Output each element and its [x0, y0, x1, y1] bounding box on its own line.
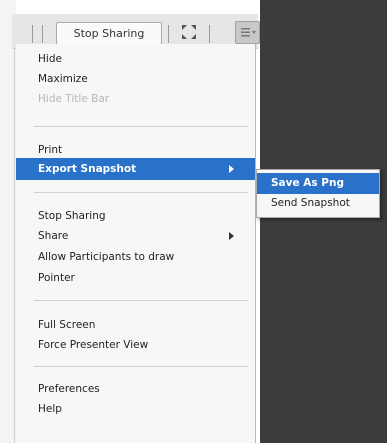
menu-item-allow-participants-to-draw[interactable]: Allow Participants to draw [16, 246, 255, 268]
menu-item-label: Help [38, 403, 62, 415]
menu-item-label: Hide [38, 53, 62, 65]
toolbar-separator [209, 25, 210, 43]
menu-item-export-snapshot[interactable]: Export Snapshot [16, 158, 255, 180]
menu-item-share[interactable]: Share [16, 225, 255, 247]
stop-sharing-button[interactable]: Stop Sharing [56, 22, 162, 45]
menu-separator [34, 366, 248, 367]
menu-item-label: Pointer [38, 272, 75, 284]
menu-separator [34, 192, 248, 193]
menu-separator [34, 126, 248, 127]
menu-item-label: Preferences [38, 383, 100, 395]
submenu-item-label: Save As Png [271, 177, 344, 189]
menu-item-label: Full Screen [38, 319, 96, 331]
menu-item-label: Export Snapshot [38, 163, 137, 175]
menu-item-label: Stop Sharing [38, 210, 106, 222]
pod-options-menu: Hide Maximize Hide Title Bar Print Expor… [16, 44, 256, 443]
menu-item-preferences[interactable]: Preferences [16, 378, 255, 400]
menu-item-stop-sharing[interactable]: Stop Sharing [16, 205, 255, 227]
menu-item-hide[interactable]: Hide [16, 48, 255, 70]
menu-item-label: Hide Title Bar [38, 93, 110, 105]
pod-menu-button[interactable] [235, 21, 260, 44]
app-frame: Stop Sharing Hide Maximize Hide Title Ba… [0, 0, 387, 443]
fullscreen-icon[interactable] [180, 23, 198, 41]
submenu-item-send-snapshot[interactable]: Send Snapshot [257, 193, 379, 214]
submenu-arrow-icon [229, 232, 234, 240]
menu-item-hide-title-bar: Hide Title Bar [16, 88, 255, 110]
submenu-item-label: Send Snapshot [271, 197, 350, 209]
panel-divider [14, 40, 15, 443]
menu-item-full-screen[interactable]: Full Screen [16, 314, 255, 336]
submenu-arrow-icon [229, 165, 234, 173]
menu-item-label: Allow Participants to draw [38, 251, 175, 263]
menu-separator [34, 300, 248, 301]
menu-item-label: Force Presenter View [38, 339, 149, 351]
toolbar-separator [168, 25, 169, 43]
toolbar-separator [42, 25, 43, 43]
menu-item-pointer[interactable]: Pointer [16, 267, 255, 289]
share-pod-content [260, 0, 387, 443]
export-snapshot-submenu: Save As Png Send Snapshot [256, 169, 380, 218]
submenu-item-save-as-png[interactable]: Save As Png [257, 173, 379, 194]
menu-item-help[interactable]: Help [16, 398, 255, 420]
menu-item-force-presenter-view[interactable]: Force Presenter View [16, 334, 255, 356]
menu-item-label: Maximize [38, 73, 88, 85]
toolbar-separator [32, 25, 33, 43]
menu-item-label: Share [38, 230, 69, 242]
menu-item-maximize[interactable]: Maximize [16, 68, 255, 90]
